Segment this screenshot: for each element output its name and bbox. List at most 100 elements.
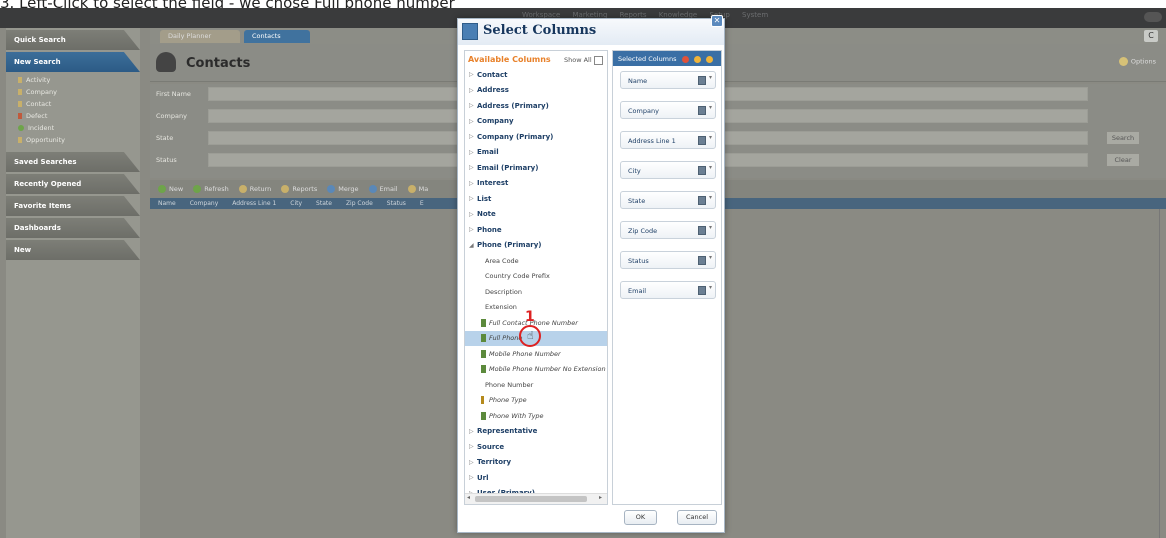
tree-field-country-code-prefix[interactable]: Country Code Prefix [465,269,607,285]
chevron-down-icon[interactable]: ▾ [709,164,712,171]
tree-field-mobile-phone-number[interactable]: Mobile Phone Number [465,346,607,362]
tree-node-territory[interactable]: ▷ Territory [465,455,607,471]
sidebar-new[interactable]: New [6,240,140,260]
more-button[interactable]: Ma [407,185,428,193]
tree-node-note[interactable]: ▷ Note [465,207,607,223]
collapsed-arrow-icon[interactable]: ▷ [469,133,477,140]
scroll-right-icon[interactable]: ▸ [599,494,602,501]
clear-button[interactable]: Clear [1106,153,1140,167]
tree-node-list[interactable]: ▷ List [465,191,607,207]
tree-field-description[interactable]: Description [465,284,607,300]
sidebar-saved-searches[interactable]: Saved Searches [6,152,140,172]
selected-column-company[interactable]: Company ▾ [620,101,716,119]
collapsed-arrow-icon[interactable]: ▷ [469,211,477,218]
collapsed-arrow-icon[interactable]: ▷ [469,180,477,187]
tree-node-company[interactable]: ▷ Company [465,114,607,130]
sidebar-item-company[interactable]: Company [6,86,140,98]
scroll-left-icon[interactable]: ◂ [467,494,470,501]
selected-column-address-line-1[interactable]: Address Line 1 ▾ [620,131,716,149]
refresh-view-icon[interactable]: C [1144,30,1158,42]
col-header-zip-code[interactable]: Zip Code [346,200,373,207]
chevron-down-icon[interactable]: ▾ [709,74,712,81]
collapsed-arrow-icon[interactable]: ▷ [469,459,477,466]
col-header-address-line-1[interactable]: Address Line 1 [232,200,276,207]
collapsed-arrow-icon[interactable]: ▷ [469,71,477,78]
tree-node-email[interactable]: ▷ Email [465,145,607,161]
email-button[interactable]: Email [368,185,398,193]
chevron-down-icon[interactable]: ▾ [709,134,712,141]
show-all-checkbox[interactable] [594,56,603,65]
sidebar-favorite-items[interactable]: Favorite Items [6,196,140,216]
top-tab-system[interactable]: System [742,11,768,19]
tab-daily-planner[interactable]: Daily Planner [160,30,240,43]
collapsed-arrow-icon[interactable]: ▷ [469,102,477,109]
tree-node-representative[interactable]: ▷ Representative [465,424,607,440]
tree-field-mobile-phone-number-no-extension[interactable]: Mobile Phone Number No Extension [465,362,607,378]
collapsed-arrow-icon[interactable]: ▷ [469,195,477,202]
sidebar-item-activity[interactable]: Activity [6,74,140,86]
column-settings-icon[interactable] [698,166,706,175]
tree-node-address-primary[interactable]: ▷ Address (Primary) [465,98,607,114]
chevron-down-icon[interactable]: ▾ [709,104,712,111]
merge-button[interactable]: Merge [327,185,359,193]
sidebar-item-defect[interactable]: Defect [6,110,140,122]
tree-node-address[interactable]: ▷ Address [465,83,607,99]
column-settings-icon[interactable] [698,76,706,85]
collapsed-arrow-icon[interactable]: ▷ [469,118,477,125]
col-header-status[interactable]: Status [387,200,406,207]
sidebar-dashboards[interactable]: Dashboards [6,218,140,238]
tree-node-phone-primary[interactable]: ◢ Phone (Primary) [465,238,607,254]
collapsed-arrow-icon[interactable]: ▷ [469,226,477,233]
sidebar-item-contact[interactable]: Contact [6,98,140,110]
tree-field-phone-with-type[interactable]: Phone With Type [465,408,607,424]
collapsed-arrow-icon[interactable]: ▷ [469,164,477,171]
tree-horizontal-scrollbar[interactable]: ◂ ▸ [465,493,607,504]
tree-node-contact[interactable]: ▷ Contact [465,67,607,83]
column-settings-icon[interactable] [698,106,706,115]
tree-node-source[interactable]: ▷ Source [465,439,607,455]
expanded-arrow-icon[interactable]: ◢ [469,242,477,249]
column-settings-icon[interactable] [698,256,706,265]
return-button[interactable]: Return [238,185,271,193]
selected-column-email[interactable]: Email ▾ [620,281,716,299]
tree-node-company-primary[interactable]: ▷ Company (Primary) [465,129,607,145]
sidebar-recently-opened[interactable]: Recently Opened [6,174,140,194]
selected-column-status[interactable]: Status ▾ [620,251,716,269]
selected-column-city[interactable]: City ▾ [620,161,716,179]
col-header-company[interactable]: Company [190,200,219,207]
selected-column-zip-code[interactable]: Zip Code ▾ [620,221,716,239]
tab-contacts[interactable]: Contacts [244,30,310,43]
close-icon[interactable]: ✕ [711,15,723,27]
chevron-down-icon[interactable]: ▾ [709,194,712,201]
user-menu-icon[interactable] [1144,12,1162,22]
selected-column-state[interactable]: State ▾ [620,191,716,209]
sidebar-item-incident[interactable]: Incident [6,122,140,134]
col-header-email[interactable]: E [420,200,424,207]
tree-field-area-code[interactable]: Area Code [465,253,607,269]
column-settings-icon[interactable] [698,196,706,205]
col-header-city[interactable]: City [290,200,302,207]
search-button[interactable]: Search [1106,131,1140,145]
collapsed-arrow-icon[interactable]: ▷ [469,443,477,450]
chevron-down-icon[interactable]: ▾ [709,254,712,261]
scroll-thumb[interactable] [475,496,587,502]
col-header-state[interactable]: State [316,200,332,207]
selected-column-name[interactable]: Name ▾ [620,71,716,89]
tree-field-phone-number[interactable]: Phone Number [465,377,607,393]
sidebar-item-opportunity[interactable]: Opportunity [6,134,140,146]
column-settings-icon[interactable] [698,136,706,145]
tree-node-url[interactable]: ▷ Url [465,470,607,486]
tree-field-phone-type[interactable]: Phone Type [465,393,607,409]
tree-node-user-primary[interactable]: ▷User (Primary) [465,486,607,493]
col-header-name[interactable]: Name [158,200,176,207]
new-button[interactable]: New [158,185,183,193]
tree-field-extension[interactable]: Extension [465,300,607,316]
tree-node-phone[interactable]: ▷ Phone [465,222,607,238]
move-down-icon[interactable] [705,55,713,63]
collapsed-arrow-icon[interactable]: ▷ [469,474,477,481]
reports-button[interactable]: Reports [281,185,317,193]
collapsed-arrow-icon[interactable]: ▷ [469,149,477,156]
collapsed-arrow-icon[interactable]: ▷ [469,428,477,435]
tree-node-email-primary[interactable]: ▷ Email (Primary) [465,160,607,176]
ok-button[interactable]: OK [624,510,657,525]
